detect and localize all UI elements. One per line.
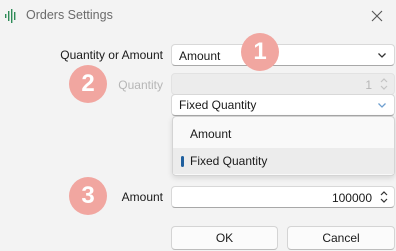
dropdown-option-amount[interactable]: Amount xyxy=(173,121,394,147)
window-title: Orders Settings xyxy=(26,8,113,22)
waveform-app-icon xyxy=(4,9,18,23)
annotation-badge-1: 1 xyxy=(241,33,279,71)
chevron-down-icon xyxy=(378,103,386,108)
amount-label: Amount xyxy=(121,190,163,204)
annotation-badge-3: 3 xyxy=(69,177,107,215)
amount-value: 100000 xyxy=(331,191,372,205)
dropdown-option-label: Amount xyxy=(190,127,232,141)
quantity-value: 1 xyxy=(365,78,372,92)
quantity-spinbox[interactable]: 1 xyxy=(171,73,395,95)
quantity-or-amount-value: Amount xyxy=(179,49,221,63)
spinner-arrows-icon[interactable] xyxy=(379,190,389,204)
amount-spinbox[interactable]: 100000 xyxy=(171,186,395,208)
quantity-mode-select[interactable]: Fixed Quantity xyxy=(171,94,395,116)
annotation-badge-2: 2 xyxy=(69,65,107,103)
spinner-arrows-icon xyxy=(380,78,388,90)
quantity-label: Quantity xyxy=(118,78,163,92)
orders-settings-dialog: Orders Settings Quantity or Amount Amoun… xyxy=(0,0,396,251)
chevron-down-icon xyxy=(378,53,386,58)
dropdown-option-label: Fixed Quantity xyxy=(190,154,268,168)
quantity-or-amount-label: Quantity or Amount xyxy=(60,48,163,62)
selection-marker xyxy=(181,156,184,167)
close-icon[interactable] xyxy=(366,5,388,27)
quantity-or-amount-select[interactable]: Amount xyxy=(171,44,395,66)
quantity-mode-dropdown-list: Amount Fixed Quantity xyxy=(172,116,395,176)
title-bar: Orders Settings xyxy=(0,0,396,32)
cancel-button[interactable]: Cancel xyxy=(287,226,395,250)
quantity-mode-value: Fixed Quantity xyxy=(179,98,257,112)
ok-button[interactable]: OK xyxy=(171,226,278,250)
dropdown-option-fixed-quantity[interactable]: Fixed Quantity xyxy=(173,148,394,174)
